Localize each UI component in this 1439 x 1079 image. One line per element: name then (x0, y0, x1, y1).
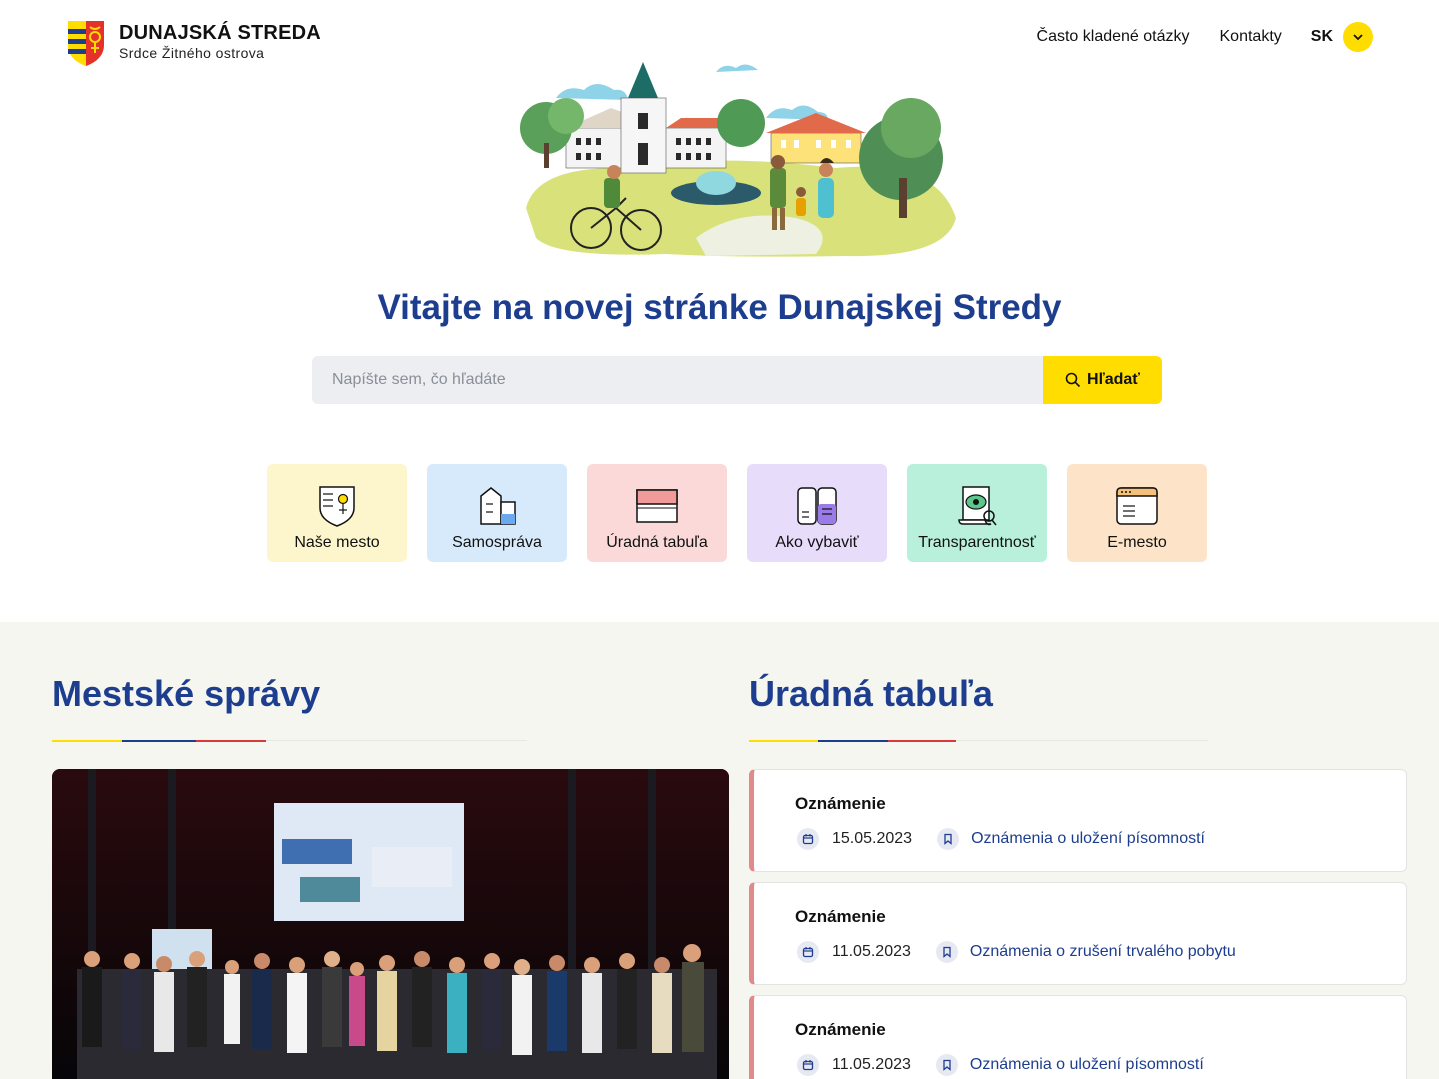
notice-board-icon (636, 489, 678, 523)
city-crest-icon (68, 21, 104, 66)
notice-title: Oznámenie (795, 1020, 886, 1039)
nav-contacts-link[interactable]: Kontakty (1220, 25, 1282, 49)
building-icon (480, 487, 516, 525)
quick-links: Naše mesto Samospráva Úradná tabuľa Ako … (267, 464, 1227, 562)
bookmark-icon (935, 941, 958, 963)
calendar-icon (797, 941, 819, 963)
tile-label: Naše mesto (294, 534, 380, 551)
search-bar: Hľadať (312, 356, 1162, 404)
award-ceremony-photo (52, 769, 729, 1079)
nav-faq-link[interactable]: Často kladené otázky (1037, 25, 1190, 49)
tile-label: Úradná tabuľa (606, 534, 708, 551)
language-switcher[interactable]: SK (1311, 22, 1373, 52)
notice-date: 11.05.2023 (832, 943, 911, 960)
notice-title: Oznámenie (795, 794, 886, 813)
search-button-label: Hľadať (1087, 371, 1140, 388)
notice-card[interactable]: Oznámenie 11.05.2023 Oznámenia o zrušení… (749, 882, 1407, 985)
notice-meta: 11.05.2023 Oznámenia o zrušení trvalého … (797, 941, 1236, 963)
notice-meta: 11.05.2023 Oznámenia o uložení písomnost… (797, 1054, 1204, 1076)
notice-date: 11.05.2023 (832, 1056, 911, 1073)
calendar-icon (797, 828, 819, 850)
town-illustration (520, 62, 956, 257)
search-button[interactable]: Hľadať (1043, 356, 1162, 404)
tile-label: E-mesto (1107, 534, 1167, 551)
content-section: Mestské správy Úradná tabuľa Oznámenie 1… (0, 622, 1439, 1079)
search-input[interactable] (312, 356, 1043, 404)
site-logo[interactable]: DUNAJSKÁ STREDA Srdce Žitného ostrova (66, 19, 321, 67)
bookmark-icon (935, 1054, 958, 1076)
calendar-icon (797, 1054, 819, 1076)
browser-window-icon (1116, 487, 1158, 525)
tile-label: Samospráva (452, 534, 542, 551)
top-nav: Často kladené otázky Kontakty SK (1007, 22, 1373, 52)
tile-label: Ako vybaviť (775, 534, 859, 551)
notice-date: 15.05.2023 (832, 830, 913, 847)
board-title-rule (749, 740, 1208, 742)
notice-category-link[interactable]: Oznámenia o uložení písomností (970, 1056, 1204, 1074)
notice-card[interactable]: Oznámenie 11.05.2023 Oznámenia o uložení… (749, 995, 1407, 1079)
book-icon (797, 487, 837, 525)
news-section-title: Mestské správy (52, 673, 321, 714)
bookmark-icon (937, 828, 960, 850)
notice-card[interactable]: Oznámenie 15.05.2023 Oznámenia o uložení… (749, 769, 1407, 872)
news-title-rule (52, 740, 527, 742)
search-icon (1065, 372, 1081, 388)
document-eye-icon (958, 486, 997, 526)
logo-subtitle: Srdce Žitného ostrova (119, 45, 265, 61)
tile-label: Transparentnosť (918, 534, 1036, 551)
language-dropdown-button[interactable] (1343, 22, 1373, 52)
news-featured-image[interactable] (52, 769, 729, 1079)
tile-transparency[interactable]: Transparentnosť (907, 464, 1047, 562)
tile-official-board[interactable]: Úradná tabuľa (587, 464, 727, 562)
tile-our-city[interactable]: Naše mesto (267, 464, 407, 562)
chevron-down-icon (1353, 34, 1363, 41)
city-crest-icon (319, 486, 355, 527)
logo-title: DUNAJSKÁ STREDA (119, 22, 321, 44)
notice-meta: 15.05.2023 Oznámenia o uložení písomnost… (797, 828, 1205, 850)
tile-how-to[interactable]: Ako vybaviť (747, 464, 887, 562)
notice-category-link[interactable]: Oznámenia o zrušení trvalého pobytu (970, 943, 1236, 961)
notice-title: Oznámenie (795, 907, 886, 926)
language-code: SK (1310, 28, 1333, 45)
hero-title: Vitajte na novej stránke Dunajskej Stred… (377, 288, 1062, 327)
board-section-title: Úradná tabuľa (749, 673, 993, 714)
tile-self-government[interactable]: Samospráva (427, 464, 567, 562)
tile-e-city[interactable]: E-mesto (1067, 464, 1207, 562)
notice-category-link[interactable]: Oznámenia o uložení písomností (971, 830, 1205, 848)
